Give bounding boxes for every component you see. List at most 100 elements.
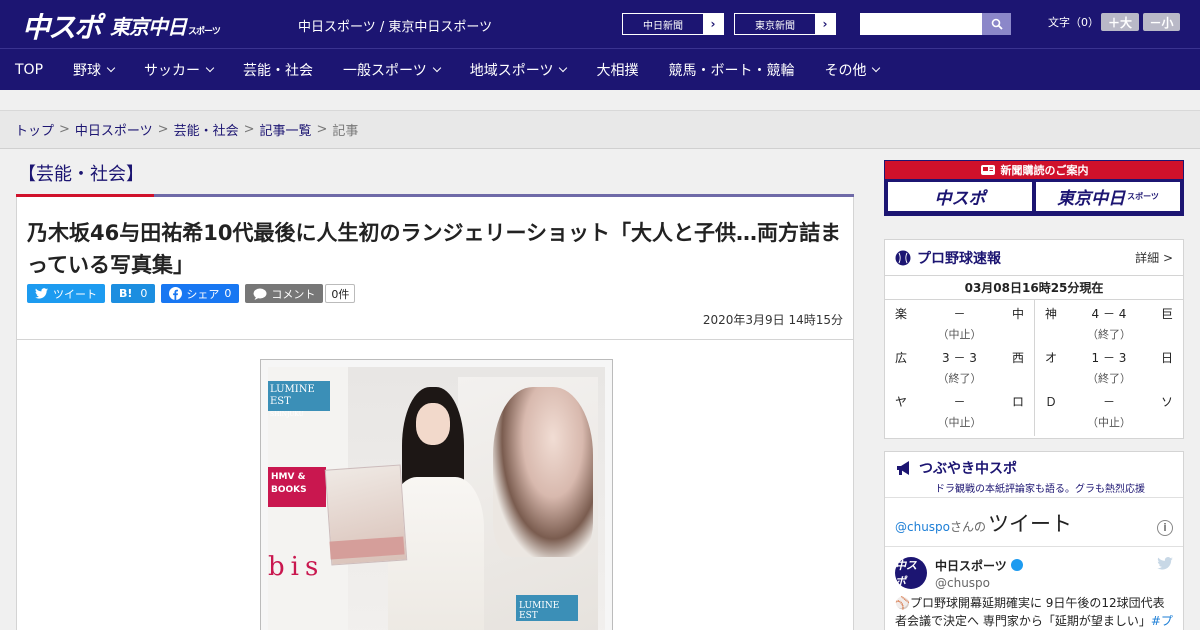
chunichi-shimbun-label: 中日新聞 [643,20,683,32]
nav-label: TOP [15,61,44,78]
game-score: 4 － 4 [1091,306,1127,321]
nav-label: 競馬・ボート・競輪 [668,62,795,79]
tweet-widget-header: つぶやき中スポ ドラ観戦の本紙評論家も語る。グラも熱烈応援 [885,452,1183,498]
site-name[interactable]: 中日スポーツ / 東京中日スポーツ [298,16,492,35]
comment-button[interactable]: コメント [245,284,324,303]
away-team: 日 [1160,350,1173,365]
tokyo-shimbun-label: 東京新聞 [755,20,795,32]
hatena-count: 0 [140,287,148,300]
nav-item-racing[interactable]: 競馬・ボート・競輪 [653,49,809,91]
home-team: 楽 [895,306,908,321]
avatar[interactable]: 中スポ [895,557,927,589]
nav-item-other[interactable]: その他 [809,49,894,91]
spacer-band [0,90,1200,111]
breadcrumb-separator: > [316,122,328,137]
twitter-embed: @chuspo さんの ツイート i 中スポ 中日スポーツ @chuspo ⚾プ… [885,498,1183,630]
breadcrumb-current: 記事 [332,124,359,139]
baseball-widget-header: プロ野球速報 詳細 > [885,240,1183,276]
tokyo-logo-text: 東京中日 [110,15,187,39]
tweet-widget-title-row: つぶやき中スポ [895,458,1173,478]
tweet-button[interactable]: ツイート [27,284,105,303]
font-larger-button[interactable]: ＋大 [1101,13,1139,31]
nav-item-baseball[interactable]: 野球 [58,49,129,91]
tweet-post[interactable]: 中スポ 中日スポーツ @chuspo [895,547,1173,590]
nav-item-top[interactable]: TOP [0,49,58,91]
twitter-handle-link[interactable]: @chuspo [895,520,950,534]
tweet-author[interactable]: 中日スポーツ @chuspo [935,557,1023,590]
chuspo-logo[interactable]: 中スポ [22,6,102,46]
away-team: ロ [1011,394,1024,409]
breadcrumb-separator: > [243,122,255,137]
away-team: 中 [1011,306,1024,321]
home-team: Ｄ [1045,394,1058,409]
nav-label: その他 [824,62,867,79]
nav-item-soccer[interactable]: サッカー [129,49,228,91]
tokyo-shimbun-link[interactable]: 東京新聞 › [734,13,836,35]
article-photo-frame: LUMINE EST SHINJUKU HMV & BOOKS bis LUMIN… [260,359,613,630]
subscription-label: 新聞購読のご案内 [1000,164,1089,177]
search-button[interactable] [982,13,1011,35]
article-photo[interactable]: LUMINE EST SHINJUKU HMV & BOOKS bis LUMIN… [268,367,605,630]
game-row[interactable]: 楽 － 中 [895,302,1024,324]
game-score: 3 － 3 [942,350,977,365]
chevron-down-icon [205,63,215,72]
tokyo-subscribe-text: 東京中日 [1057,189,1126,209]
article-container: 乃木坂46与田祐希10代最後に人生初のランジェリーショット「大人と子供…両方詰ま… [16,197,854,630]
top-header: 中スポ 東京中日 スポーツ 中日スポーツ / 東京中日スポーツ 中日新聞 › 東京… [0,0,1200,48]
hatena-label: B! [119,287,133,300]
home-team: オ [1045,350,1058,365]
nav-label: 大相撲 [596,62,639,79]
game-status: （中止） [1087,416,1131,429]
game-status: （中止） [937,416,982,429]
breadcrumb-top[interactable]: トップ [15,120,54,139]
twitter-handle-suffix: さんの [950,520,987,534]
chevron-down-icon [106,63,116,72]
game-row[interactable]: オ 1 － 3 日 [1045,346,1173,368]
baseball-scores-widget: プロ野球速報 詳細 > 03月08日16時25分現在 楽 － 中 （中止） 広 3 －… [884,239,1184,439]
nav-label: 芸能・社会 [243,62,314,79]
baseball-detail-link[interactable]: 詳細 > [1135,249,1173,266]
game-score: － [1102,394,1115,409]
facebook-label: シェア [186,287,220,301]
nav-item-entertainment[interactable]: 芸能・社会 [228,49,328,91]
nav-label: 野球 [73,62,102,79]
tokyo-chunichi-subscribe-logo[interactable]: 東京中日 スポーツ [1036,182,1180,211]
nav-item-general-sports[interactable]: 一般スポーツ [328,49,455,91]
baseball-icon [895,250,911,265]
breadcrumb-chunichi-sports[interactable]: 中日スポーツ [75,120,153,139]
facebook-share-button[interactable]: シェア 0 [161,284,240,303]
comment-count: 0件 [325,284,356,303]
game-row[interactable]: 神 4 － 4 巨 [1045,302,1173,324]
twitter-bird-icon[interactable] [1157,557,1173,570]
chevron-right-icon: › [815,14,835,34]
tweet-text: ⚾プロ野球開幕延期確実に 9日午後の12球団代表 者会議で決定へ 専門家から「延… [895,594,1173,630]
game-row[interactable]: 広 3 － 3 西 [895,346,1024,368]
font-size-label: 文字（0） [1048,16,1099,29]
tweet-hashtag[interactable]: #プ [1151,614,1173,628]
search-input[interactable] [860,13,982,35]
hatena-bookmark-button[interactable]: B! 0 [111,284,156,303]
game-row[interactable]: ヤ － ロ [895,390,1024,412]
newspaper-icon [980,165,995,175]
nav-item-local-sports[interactable]: 地域スポーツ [455,49,582,91]
game-score: 1 － 3 [1091,350,1127,365]
poster-portrait [493,387,593,557]
home-team: 広 [895,350,908,365]
subscription-banner[interactable]: 新聞購読のご案内 中スポ 東京中日 スポーツ [884,160,1184,216]
chunichi-shimbun-link[interactable]: 中日新聞 › [622,13,724,35]
home-team: 神 [1045,306,1058,321]
twitter-heading-text: ツイート [988,512,1073,536]
baseball-widget-title: プロ野球速報 [917,250,1001,267]
font-smaller-button[interactable]: －小 [1143,13,1180,31]
tokyo-chunichi-logo[interactable]: 東京中日 スポーツ [110,11,221,40]
game-score: － [953,306,966,321]
breadcrumb-article-list[interactable]: 記事一覧 [260,120,312,139]
game-row[interactable]: Ｄ － ソ [1045,390,1173,412]
info-icon[interactable]: i [1157,519,1173,536]
nav-item-sumo[interactable]: 大相撲 [581,49,653,91]
breadcrumb-separator: > [59,122,70,137]
breadcrumb-entertainment[interactable]: 芸能・社会 [174,120,239,139]
facebook-icon [169,287,183,300]
chuspo-subscribe-logo[interactable]: 中スポ [888,182,1032,211]
tokyo-subscribe-suffix: スポーツ [1127,192,1159,201]
